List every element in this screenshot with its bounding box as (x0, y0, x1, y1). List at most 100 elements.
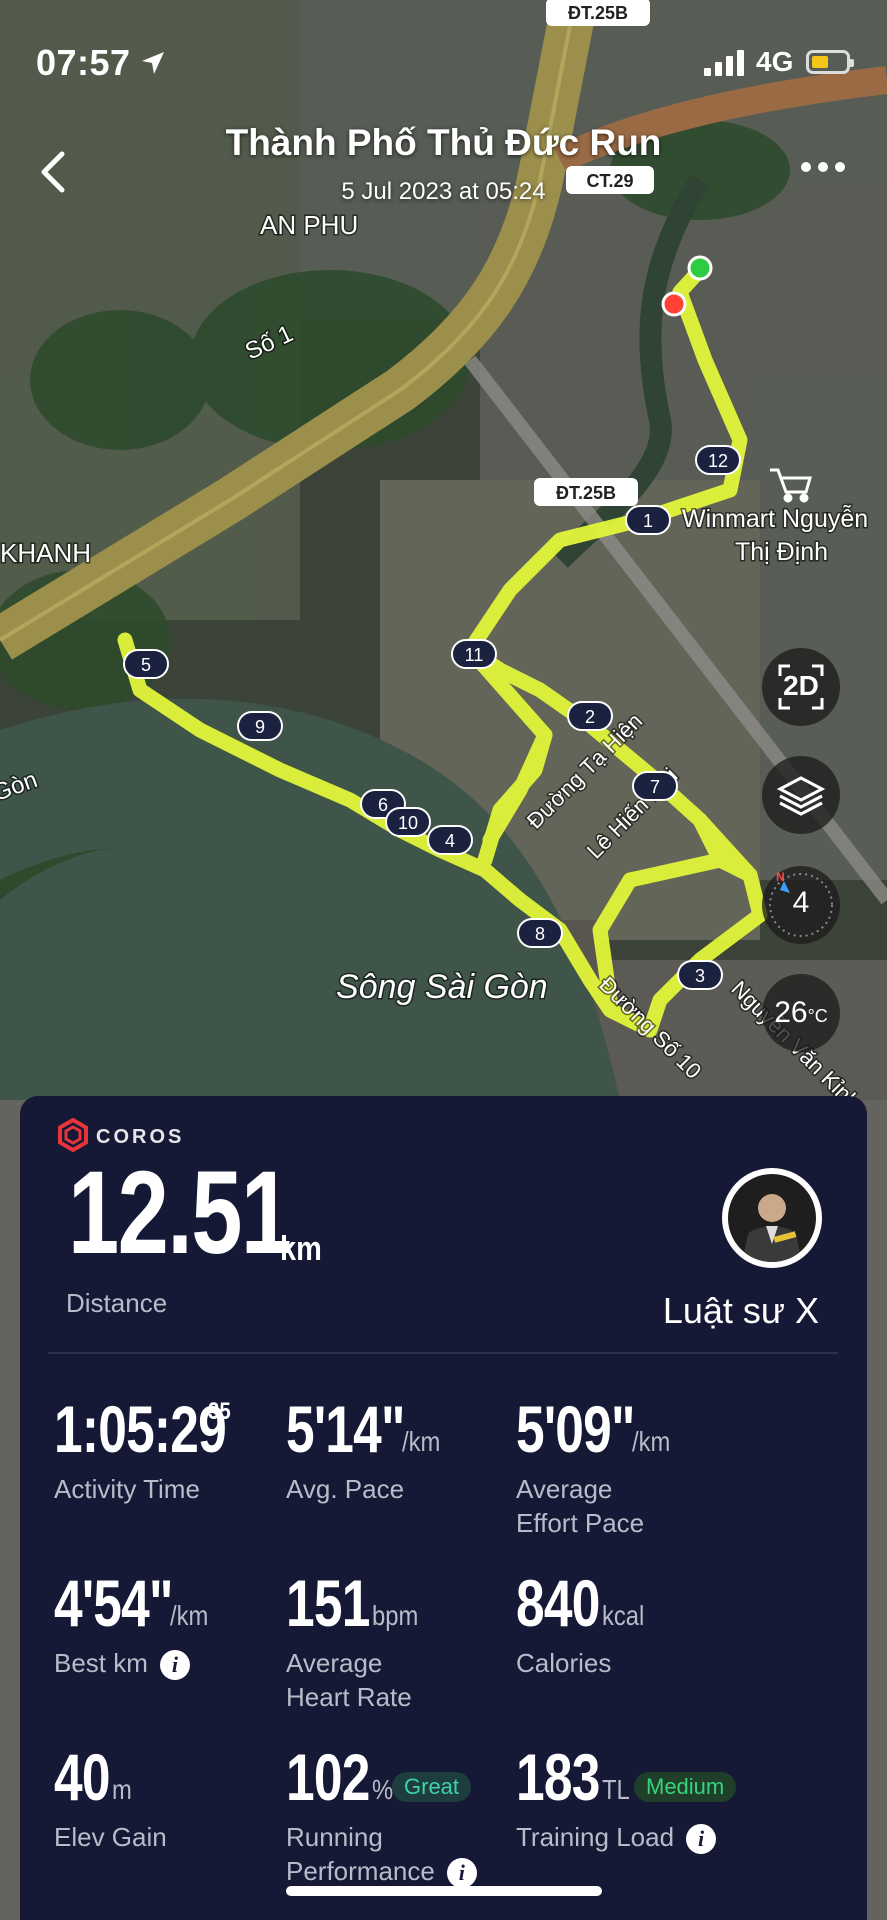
avatar[interactable] (722, 1168, 822, 1268)
temperature-value: 26 (774, 996, 808, 1029)
km-marker-1[interactable]: 1 (625, 505, 671, 535)
layers-icon (776, 776, 826, 816)
distance-label: Distance (66, 1288, 168, 1318)
calories-value: 840 (516, 1566, 600, 1640)
activity-date: 5 Jul 2023 at 05:24 (341, 178, 546, 205)
location-arrow-icon (142, 52, 164, 74)
compass-nbadge: N (776, 870, 785, 884)
km-marker-11[interactable]: 11 (451, 639, 497, 669)
km-marker-label: 8 (535, 924, 545, 944)
network-type: 4G (756, 46, 794, 77)
info-icon[interactable]: i (159, 1650, 190, 1681)
map-label-river: Sông Sài Gòn (336, 968, 548, 1006)
effort-pace-label-2: Effort Pace (516, 1508, 645, 1538)
activity-time-seconds: 35 (208, 1398, 231, 1425)
effort-pace-value: 5'09" (516, 1392, 635, 1466)
home-indicator[interactable] (286, 1886, 602, 1896)
elev-gain-unit: m (112, 1774, 132, 1805)
activity-time-value: 1:05:29 (54, 1392, 227, 1466)
running-perf-unit: % (372, 1774, 394, 1805)
svg-text:ĐT.25B: ĐT.25B (556, 483, 616, 503)
weather-button[interactable]: 26°C (762, 974, 840, 1052)
km-marker-8[interactable]: 8 (517, 918, 563, 948)
more-options-icon[interactable] (800, 160, 846, 174)
running-perf-badge: Great (392, 1772, 472, 1802)
km-marker-9[interactable]: 9 (237, 711, 283, 741)
calories-label: Calories (516, 1648, 612, 1678)
effort-pace-unit: /km (632, 1426, 671, 1457)
temperature-unit: °C (807, 1006, 828, 1026)
km-marker-label: 12 (708, 451, 728, 471)
weather-wrap: 26°C (762, 996, 840, 1030)
best-km-label: Best km (54, 1648, 148, 1678)
stat-activity-time: 1:05:29 35 Activity Time (54, 1392, 324, 1504)
heart-rate-value: 151 (286, 1566, 370, 1640)
info-icon[interactable]: i (686, 1824, 717, 1855)
km-marker-12[interactable]: 12 (695, 445, 741, 475)
stat-calories: 840 kcal Calories (516, 1566, 786, 1678)
km-marker-4[interactable]: 4 (427, 825, 473, 855)
km-marker-label: 6 (378, 795, 388, 815)
divider (48, 1352, 838, 1354)
distance-value: 12.51 (68, 1147, 292, 1279)
view-mode-2d-button[interactable]: 2D (762, 648, 840, 726)
elev-gain-label: Elev Gain (54, 1822, 167, 1852)
stat-training-load: 183 TL Medium Training Load i (516, 1740, 786, 1855)
km-marker-3[interactable]: 3 (677, 960, 723, 990)
signal-bars-icon (704, 50, 744, 76)
user-name: Luật sư X (662, 1290, 819, 1331)
training-load-label-row: Training Load i (516, 1820, 786, 1855)
map-label-winmart-2: Thị Định (735, 538, 828, 566)
training-load-value: 183 (516, 1740, 600, 1814)
km-marker-label: 3 (695, 966, 705, 986)
km-marker-label: 7 (650, 777, 660, 797)
route-end-marker (661, 291, 687, 317)
view-mode-label: 2D (783, 670, 819, 701)
map-label-an-phu: AN PHU (260, 210, 358, 240)
best-km-value: 4'54" (54, 1566, 173, 1640)
km-marker-2[interactable]: 2 (567, 701, 613, 731)
km-marker-label: 10 (398, 813, 418, 833)
km-marker-label: 1 (643, 511, 653, 531)
km-marker-7[interactable]: 7 (632, 771, 678, 801)
compass-value: 4 (792, 886, 810, 919)
info-icon[interactable]: i (446, 1858, 477, 1889)
status-time: 07:57 (36, 42, 131, 83)
activity-time-label: Activity Time (54, 1474, 200, 1504)
stat-best-km: 4'54" /km Best km i (54, 1566, 324, 1681)
best-km-label-row: Best km i (54, 1646, 324, 1681)
km-marker-10[interactable]: 10 (385, 807, 431, 837)
effort-pace-label: Average Effort Pace (516, 1472, 786, 1540)
stat-elev-gain: 40 m Elev Gain (54, 1740, 324, 1852)
map-label-khanh: KHANH (0, 538, 91, 568)
km-marker-label: 11 (465, 645, 484, 665)
status-bar: 07:57 4G (0, 0, 887, 130)
route-start-marker (687, 255, 713, 281)
training-load-badge: Medium (634, 1772, 737, 1802)
km-marker-label: 2 (585, 707, 595, 727)
km-marker-label: 5 (141, 655, 151, 675)
km-marker-label: 9 (255, 717, 265, 737)
map-layers-button[interactable] (762, 756, 840, 834)
battery-icon (806, 50, 854, 74)
running-perf-label-2: Performance (286, 1856, 435, 1886)
distance-unit: km (280, 1230, 322, 1268)
km-marker-label: 4 (445, 831, 455, 851)
stat-effort-pace: 5'09" /km Average Effort Pace (516, 1392, 786, 1538)
activity-title: Thành Phố Thủ Đức Run (225, 122, 662, 163)
compass-button[interactable]: N 4 (762, 866, 840, 944)
avatar-image (728, 1174, 816, 1262)
calories-unit: kcal (602, 1600, 645, 1631)
running-perf-label-row-2: Performance i (286, 1854, 556, 1889)
map-label-winmart-1: Winmart Nguyễn (682, 504, 868, 533)
km-marker-5[interactable]: 5 (123, 649, 169, 679)
best-km-unit: /km (170, 1600, 209, 1631)
activity-summary-card: COROS 12.51 km Distance Luật sư X 1:05:2… (20, 1096, 867, 1920)
training-load-unit: TL (602, 1774, 630, 1805)
brand-name: COROS (96, 1126, 185, 1148)
avg-pace-value: 5'14" (286, 1392, 405, 1466)
training-load-label: Training Load (516, 1822, 675, 1852)
avg-pace-unit: /km (402, 1426, 441, 1457)
elev-gain-value: 40 (54, 1740, 110, 1814)
running-perf-value: 102 (286, 1740, 370, 1814)
